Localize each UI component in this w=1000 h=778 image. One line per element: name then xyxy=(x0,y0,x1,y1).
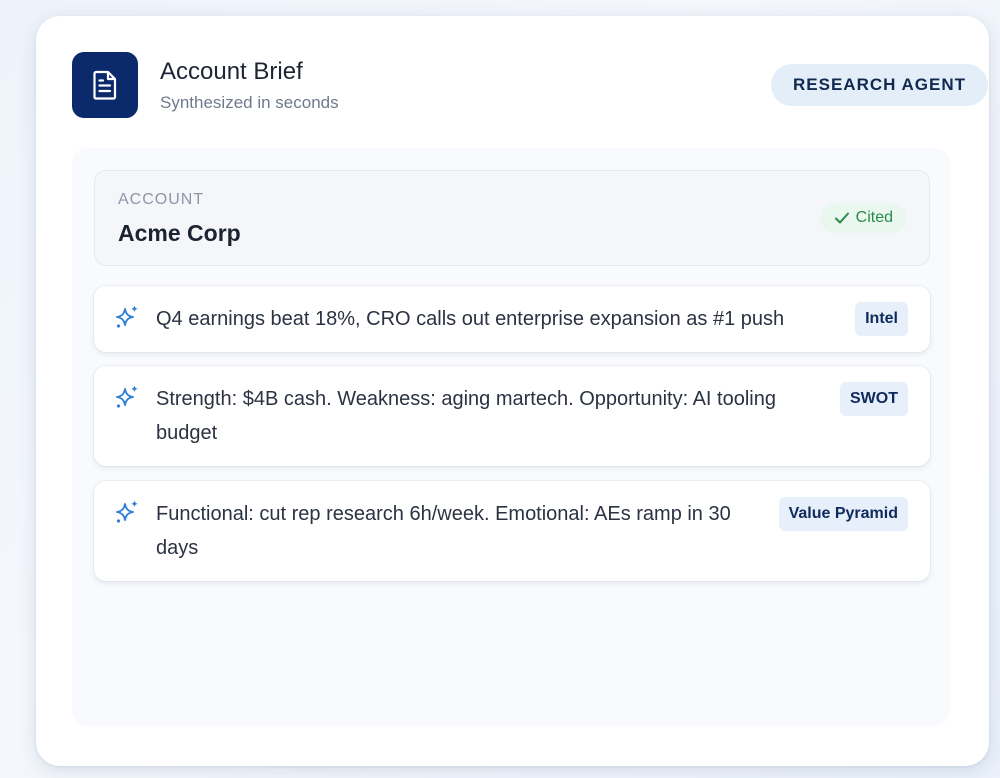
fact-tag: SWOT xyxy=(840,382,908,416)
brief-content-panel: ACCOUNT Acme Corp Cited Q4 earnings beat… xyxy=(72,148,950,726)
page-subtitle: Synthesized in seconds xyxy=(160,93,339,112)
list-item: Strength: $4B cash. Weakness: aging mart… xyxy=(94,366,930,466)
cited-badge: Cited xyxy=(819,203,907,233)
sparkle-icon xyxy=(116,500,138,523)
sparkle-icon xyxy=(116,305,138,328)
sparkle-icon xyxy=(116,385,138,408)
fact-text: Functional: cut rep research 6h/week. Em… xyxy=(156,503,731,559)
account-summary: ACCOUNT Acme Corp Cited xyxy=(94,170,930,266)
research-agent-badge: RESEARCH AGENT xyxy=(771,64,988,106)
fact-tag: Value Pyramid xyxy=(778,497,908,531)
document-icon xyxy=(72,52,138,118)
fact-tag: Intel xyxy=(855,302,908,336)
check-icon xyxy=(834,212,849,224)
cited-label: Cited xyxy=(855,209,893,226)
account-label: ACCOUNT xyxy=(118,191,205,208)
account-brief-card: Account Brief Synthesized in seconds RES… xyxy=(36,16,989,766)
page-title: Account Brief xyxy=(160,58,303,85)
list-item: Q4 earnings beat 18%, CRO calls out ente… xyxy=(94,286,930,352)
account-name: Acme Corp xyxy=(118,220,241,246)
fact-text: Q4 earnings beat 18%, CRO calls out ente… xyxy=(156,308,785,330)
fact-text: Strength: $4B cash. Weakness: aging mart… xyxy=(156,388,776,444)
list-item: Functional: cut rep research 6h/week. Em… xyxy=(94,481,930,581)
brief-header: Account Brief Synthesized in seconds RES… xyxy=(72,52,988,118)
